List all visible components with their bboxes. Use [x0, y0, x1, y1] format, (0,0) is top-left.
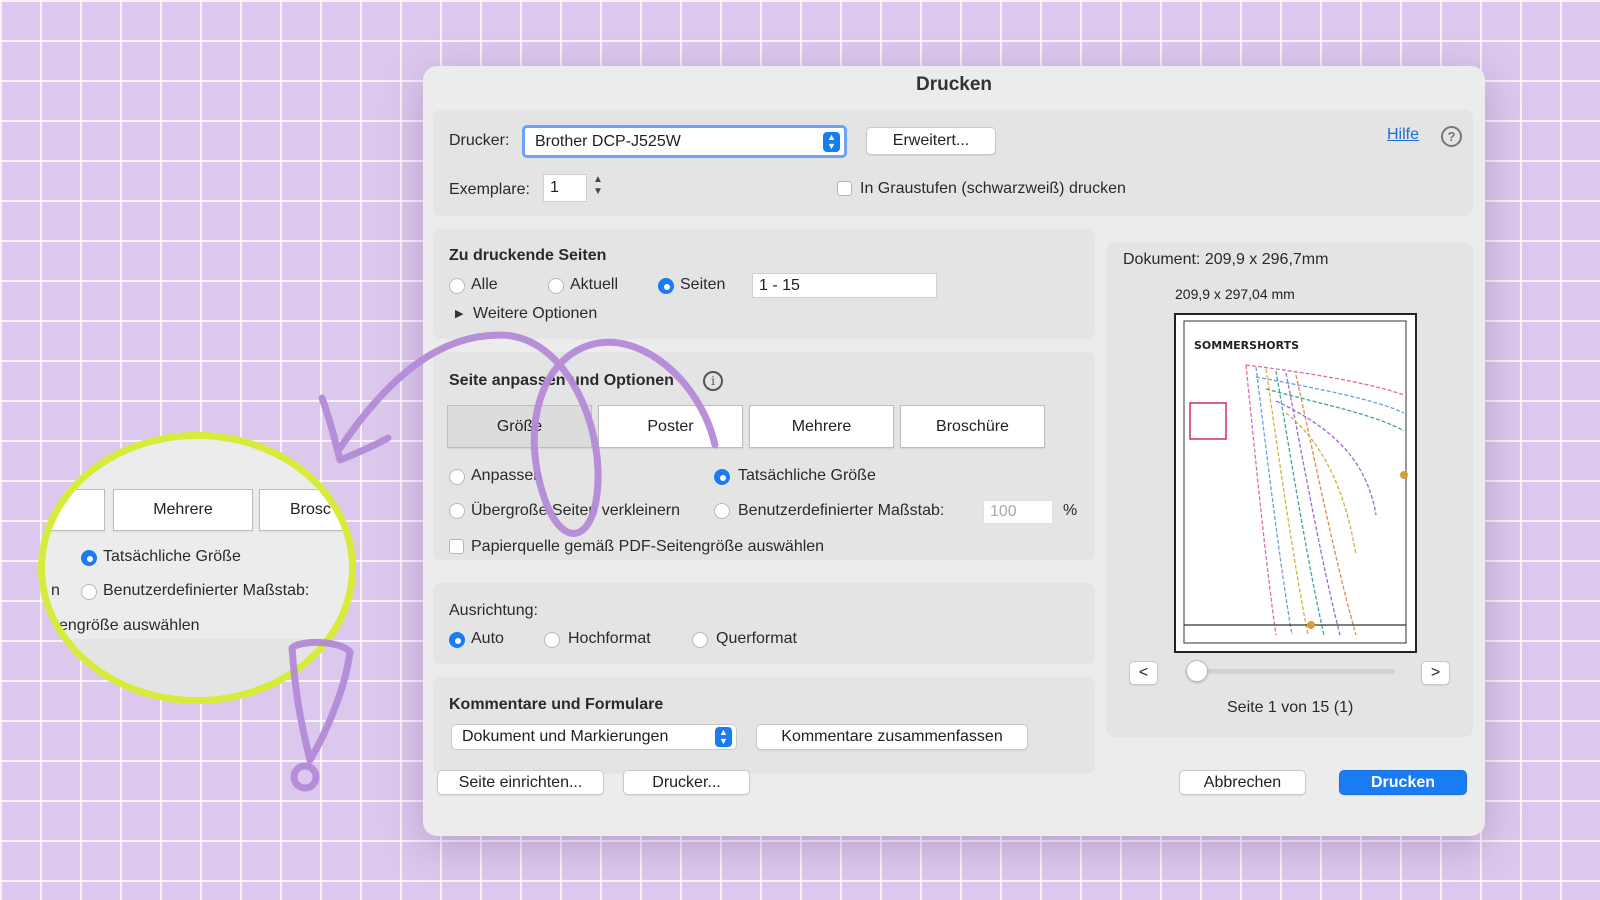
- cancel-button[interactable]: Abbrechen: [1179, 770, 1306, 795]
- annotation-arrowhead: [318, 394, 392, 464]
- tab-brochure[interactable]: Broschüre: [900, 405, 1045, 448]
- more-options-label[interactable]: Weitere Optionen: [473, 305, 597, 323]
- magnifier-tab-multiple: Mehrere: [113, 489, 253, 531]
- scale-field[interactable]: 100: [983, 500, 1053, 524]
- magnifier-actual-size-label: Tatsächliche Größe: [103, 548, 241, 565]
- comments-select[interactable]: Dokument und Markierungen ▲ ▼: [451, 724, 737, 750]
- page-info-label: Seite 1 von 15 (1): [1227, 699, 1354, 716]
- magnifier-paper-fragment: engröße auswählen: [59, 617, 200, 634]
- pages-range-radio[interactable]: [658, 278, 674, 294]
- custom-scale-label: Benutzerdefinierter Maßstab:: [738, 502, 945, 519]
- orientation-title: Ausrichtung:: [449, 602, 538, 619]
- shrink-radio[interactable]: [449, 503, 465, 519]
- orientation-portrait-label: Hochformat: [568, 630, 651, 647]
- pages-all-radio[interactable]: [449, 278, 465, 294]
- fit-radio[interactable]: [449, 469, 465, 485]
- orientation-auto-radio[interactable]: [449, 632, 465, 648]
- copies-field[interactable]: 1: [543, 174, 587, 202]
- page-slider-thumb[interactable]: [1186, 660, 1208, 682]
- copies-label: Exemplare:: [449, 181, 530, 198]
- fit-section-title: Seite anpassen und Optionen: [449, 372, 674, 389]
- magnifier-left-fragment: n: [51, 582, 60, 599]
- pages-current-label: Aktuell: [570, 276, 619, 293]
- print-dialog: Drucken Drucker: Brother DCP-J525W ▲ ▼ Er…: [423, 66, 1485, 836]
- paper-source-label: Papierquelle gemäß PDF-Seitengröße auswä…: [471, 538, 825, 555]
- orientation-panel: [433, 583, 1095, 664]
- orientation-auto-label: Auto: [471, 630, 504, 647]
- magnifier-actual-size-radio: [81, 550, 97, 566]
- thumb-title: SOMMERSHORTS: [1194, 339, 1299, 352]
- paper-source-checkbox[interactable]: [449, 539, 464, 554]
- advanced-button[interactable]: Erweitert...: [866, 127, 996, 155]
- comments-title: Kommentare und Formulare: [449, 696, 664, 713]
- custom-scale-radio[interactable]: [714, 503, 730, 519]
- comments-select-value: Dokument und Markierungen: [462, 728, 669, 745]
- printer-button[interactable]: Drucker...: [623, 770, 750, 795]
- pages-range-label: Seiten: [680, 276, 726, 293]
- pages-range-field[interactable]: 1 - 15: [752, 273, 937, 298]
- next-page-button[interactable]: >: [1421, 661, 1450, 685]
- magnifier-callout: Mehrere Brosc Tatsächliche Größe n Benut…: [38, 432, 356, 704]
- page-setup-button[interactable]: Seite einrichten...: [437, 770, 604, 795]
- dialog-title: Drucken: [915, 74, 993, 95]
- magnifier-tab-left-partial: [45, 489, 105, 531]
- pages-current-radio[interactable]: [548, 278, 564, 294]
- chevron-updown-icon: ▲ ▼: [823, 132, 840, 152]
- tab-multiple[interactable]: Mehrere: [749, 405, 894, 448]
- disclosure-triangle-icon[interactable]: ▶: [455, 307, 463, 320]
- chevron-updown-icon: ▲ ▼: [715, 727, 732, 747]
- prev-page-button[interactable]: <: [1129, 661, 1158, 685]
- tab-size[interactable]: Größe: [447, 405, 592, 448]
- pages-section-title: Zu druckende Seiten: [449, 247, 607, 264]
- grayscale-checkbox[interactable]: [837, 181, 852, 196]
- info-icon[interactable]: i: [703, 371, 723, 391]
- help-question-icon[interactable]: ?: [1441, 126, 1462, 147]
- summarize-comments-button[interactable]: Kommentare zusammenfassen: [756, 724, 1028, 750]
- document-size-label: Dokument: 209,9 x 296,7mm: [1123, 251, 1329, 268]
- actual-size-radio[interactable]: [714, 469, 730, 485]
- annotation-exclamation-dot: [290, 762, 320, 792]
- actual-size-label: Tatsächliche Größe: [738, 467, 876, 484]
- page-size-label: 209,9 x 297,04 mm: [1175, 286, 1295, 302]
- magnifier-custom-scale-radio: [81, 584, 97, 600]
- print-button[interactable]: Drucken: [1339, 770, 1467, 795]
- tab-poster[interactable]: Poster: [598, 405, 743, 448]
- orientation-portrait-radio[interactable]: [544, 632, 560, 648]
- help-link[interactable]: Hilfe: [1387, 126, 1419, 144]
- fit-label: Anpassen: [471, 467, 543, 484]
- orientation-landscape-label: Querformat: [716, 630, 797, 647]
- page-thumbnail: SOMMERSHORTS: [1174, 313, 1417, 653]
- page-slider-track[interactable]: [1185, 669, 1395, 674]
- magnifier-tab-brochure: Brosc: [259, 489, 349, 531]
- percent-label: %: [1063, 502, 1078, 519]
- printer-label: Drucker:: [449, 132, 510, 149]
- magnifier-panel-edge: [45, 639, 349, 697]
- printer-select-value: Brother DCP-J525W: [535, 132, 681, 150]
- grayscale-label: In Graustufen (schwarzweiß) drucken: [860, 180, 1126, 197]
- shrink-label: Übergroße Seiten verkleinern: [471, 502, 680, 519]
- printer-select[interactable]: Brother DCP-J525W ▲ ▼: [522, 125, 847, 158]
- pattern-preview: SOMMERSHORTS: [1183, 320, 1408, 644]
- magnifier-custom-scale-label: Benutzerdefinierter Maßstab:: [103, 582, 310, 599]
- orientation-landscape-radio[interactable]: [692, 632, 708, 648]
- copies-stepper-icon[interactable]: ▲ ▼: [591, 174, 605, 202]
- pages-all-label: Alle: [471, 276, 498, 293]
